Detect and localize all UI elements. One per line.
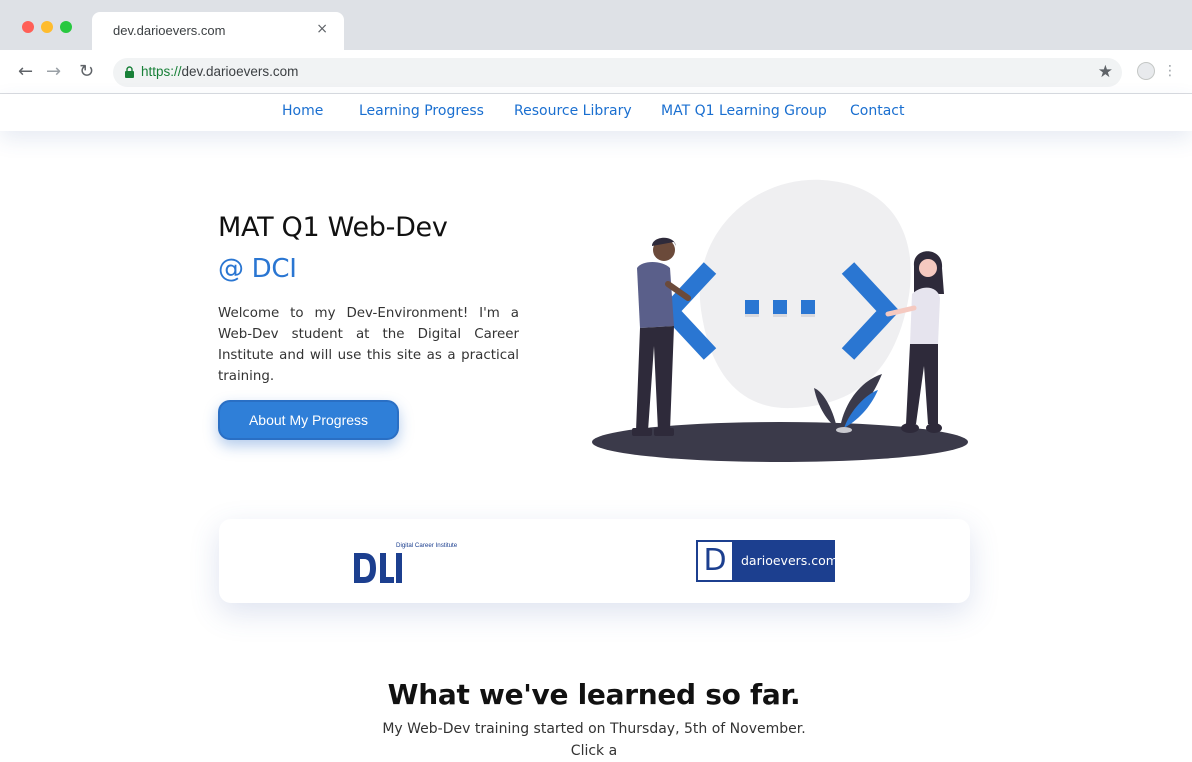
reload-icon[interactable]: ↻ <box>79 62 94 82</box>
nav-link-home[interactable]: Home <box>282 103 323 119</box>
tab-close-icon[interactable]: × <box>316 21 328 37</box>
section-title: What we've learned so far. <box>387 678 801 711</box>
bookmark-star-icon[interactable]: ★ <box>1098 62 1113 82</box>
browser-tab-strip: dev.darioevers.com × <box>0 0 1192 50</box>
browser-menu-icon[interactable]: ⋮ <box>1163 62 1177 80</box>
nav-link-learning-progress[interactable]: Learning Progress <box>359 103 484 119</box>
dario-logo-text: darioevers.com <box>741 553 838 568</box>
dci-logo[interactable]: Digital Career Institute <box>352 537 472 585</box>
developers-illustration <box>592 179 968 462</box>
browser-toolbar: ← → ↻ https://dev.darioevers.com ★ ⋮ <box>0 50 1192 94</box>
url-text: https://dev.darioevers.com <box>141 64 298 79</box>
minimize-window-icon[interactable] <box>41 21 53 33</box>
partner-logos-card: Digital Career Institute D darioevers.co… <box>219 519 970 603</box>
close-window-icon[interactable] <box>22 21 34 33</box>
tab-title: dev.darioevers.com <box>113 23 226 38</box>
maximize-window-icon[interactable] <box>60 21 72 33</box>
nav-link-resource-library[interactable]: Resource Library <box>514 103 632 119</box>
nav-link-contact[interactable]: Contact <box>850 103 904 119</box>
forward-arrow-icon[interactable]: → <box>46 62 61 82</box>
darioevers-logo[interactable]: D darioevers.com <box>696 540 838 582</box>
browser-tab[interactable]: dev.darioevers.com × <box>92 12 344 50</box>
lock-icon <box>125 66 134 78</box>
dario-logo-box: D <box>698 542 732 580</box>
dci-caption: Digital Career Institute <box>396 542 458 549</box>
hero-title: MAT Q1 Web-Dev <box>218 212 448 243</box>
dario-logo-letter: D <box>703 543 727 578</box>
section-intro: My Web-Dev training started on Thursday,… <box>382 721 806 759</box>
site-navbar: Home Learning Progress Resource Library … <box>0 94 1192 131</box>
about-progress-button[interactable]: About My Progress <box>218 400 399 440</box>
profile-avatar-icon[interactable] <box>1137 62 1155 80</box>
hero-subtitle: @ DCI <box>218 254 297 284</box>
hero-description: Welcome to my Dev-Environment! I'm a Web… <box>218 306 519 384</box>
nav-link-learning-group[interactable]: MAT Q1 Learning Group <box>661 103 827 119</box>
url-host: dev.darioevers.com <box>181 64 299 79</box>
back-arrow-icon[interactable]: ← <box>18 62 33 82</box>
url-scheme: https:// <box>141 64 182 79</box>
address-bar[interactable]: https://dev.darioevers.com ★ <box>113 58 1122 87</box>
